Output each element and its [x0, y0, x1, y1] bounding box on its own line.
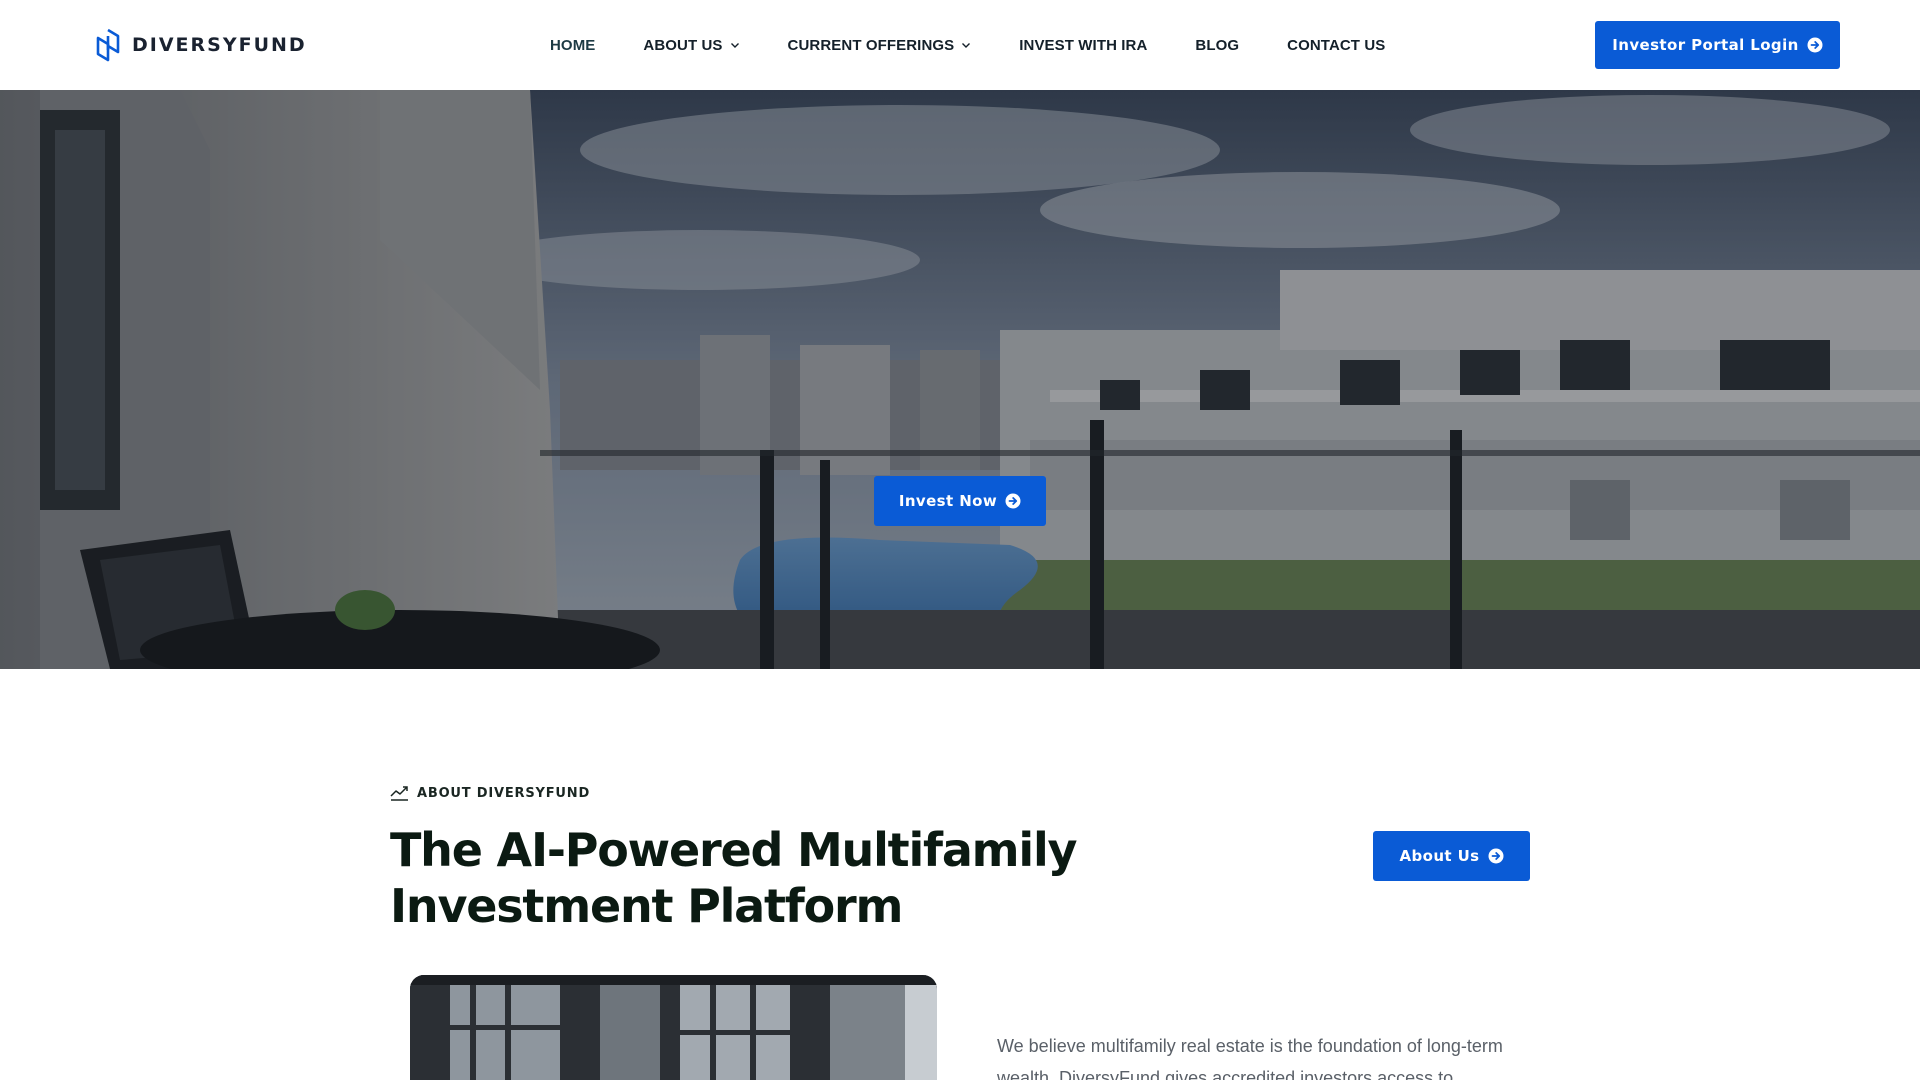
chevron-down-icon [730, 43, 739, 48]
logo-link[interactable]: DIVERSYFUND [94, 28, 307, 62]
investor-portal-login-label: Investor Portal Login [1612, 36, 1799, 54]
about-eyebrow: ABOUT DIVERSYFUND [390, 785, 590, 801]
nav-item-current-offerings[interactable]: CURRENT OFFERINGS [788, 37, 972, 54]
nav-item-label: INVEST WITH IRA [1019, 36, 1148, 54]
nav-item-blog[interactable]: BLOG [1195, 37, 1239, 54]
invest-now-button[interactable]: Invest Now [874, 476, 1046, 526]
site-header: DIVERSYFUND HOME ABOUT US CURRENT OFFERI… [0, 0, 1920, 90]
about-us-label: About Us [1399, 847, 1480, 865]
arrow-right-circle-icon [1005, 493, 1021, 509]
about-body-text: We believe multifamily real estate is th… [997, 1036, 1503, 1080]
investor-portal-login-button[interactable]: Investor Portal Login [1595, 21, 1840, 69]
hero-overlay [0, 90, 1920, 669]
nav-item-label: CONTACT US [1287, 36, 1386, 54]
about-eyebrow-text: ABOUT DIVERSYFUND [417, 785, 591, 801]
trend-up-icon [390, 786, 408, 801]
nav-item-label: BLOG [1195, 36, 1240, 54]
arrow-right-circle-icon [1488, 848, 1504, 864]
arrow-right-circle-icon [1807, 37, 1823, 53]
nav-item-contact-us[interactable]: CONTACT US [1287, 37, 1385, 54]
hero-section: Invest Now [0, 90, 1920, 669]
about-us-button[interactable]: About Us [1373, 831, 1530, 881]
office-photo [410, 975, 937, 1080]
nav-item-label: CURRENT OFFERINGS [787, 36, 955, 54]
logo-text: DIVERSYFUND [132, 34, 307, 56]
nav-item-label: ABOUT US [643, 36, 723, 54]
diversyfund-logo-icon [96, 28, 120, 62]
nav-item-label: HOME [550, 36, 596, 54]
about-title: The AI-Powered Multifamily Investment Pl… [390, 823, 1078, 933]
office-image [410, 975, 937, 1080]
chevron-down-icon [962, 43, 971, 48]
nav-item-home[interactable]: HOME [550, 37, 595, 54]
nav-item-invest-with-ira[interactable]: INVEST WITH IRA [1019, 37, 1147, 54]
nav-item-about-us[interactable]: ABOUT US [643, 37, 739, 54]
invest-now-label: Invest Now [898, 492, 998, 510]
main-nav: HOME ABOUT US CURRENT OFFERINGS INVEST W… [550, 0, 1433, 90]
